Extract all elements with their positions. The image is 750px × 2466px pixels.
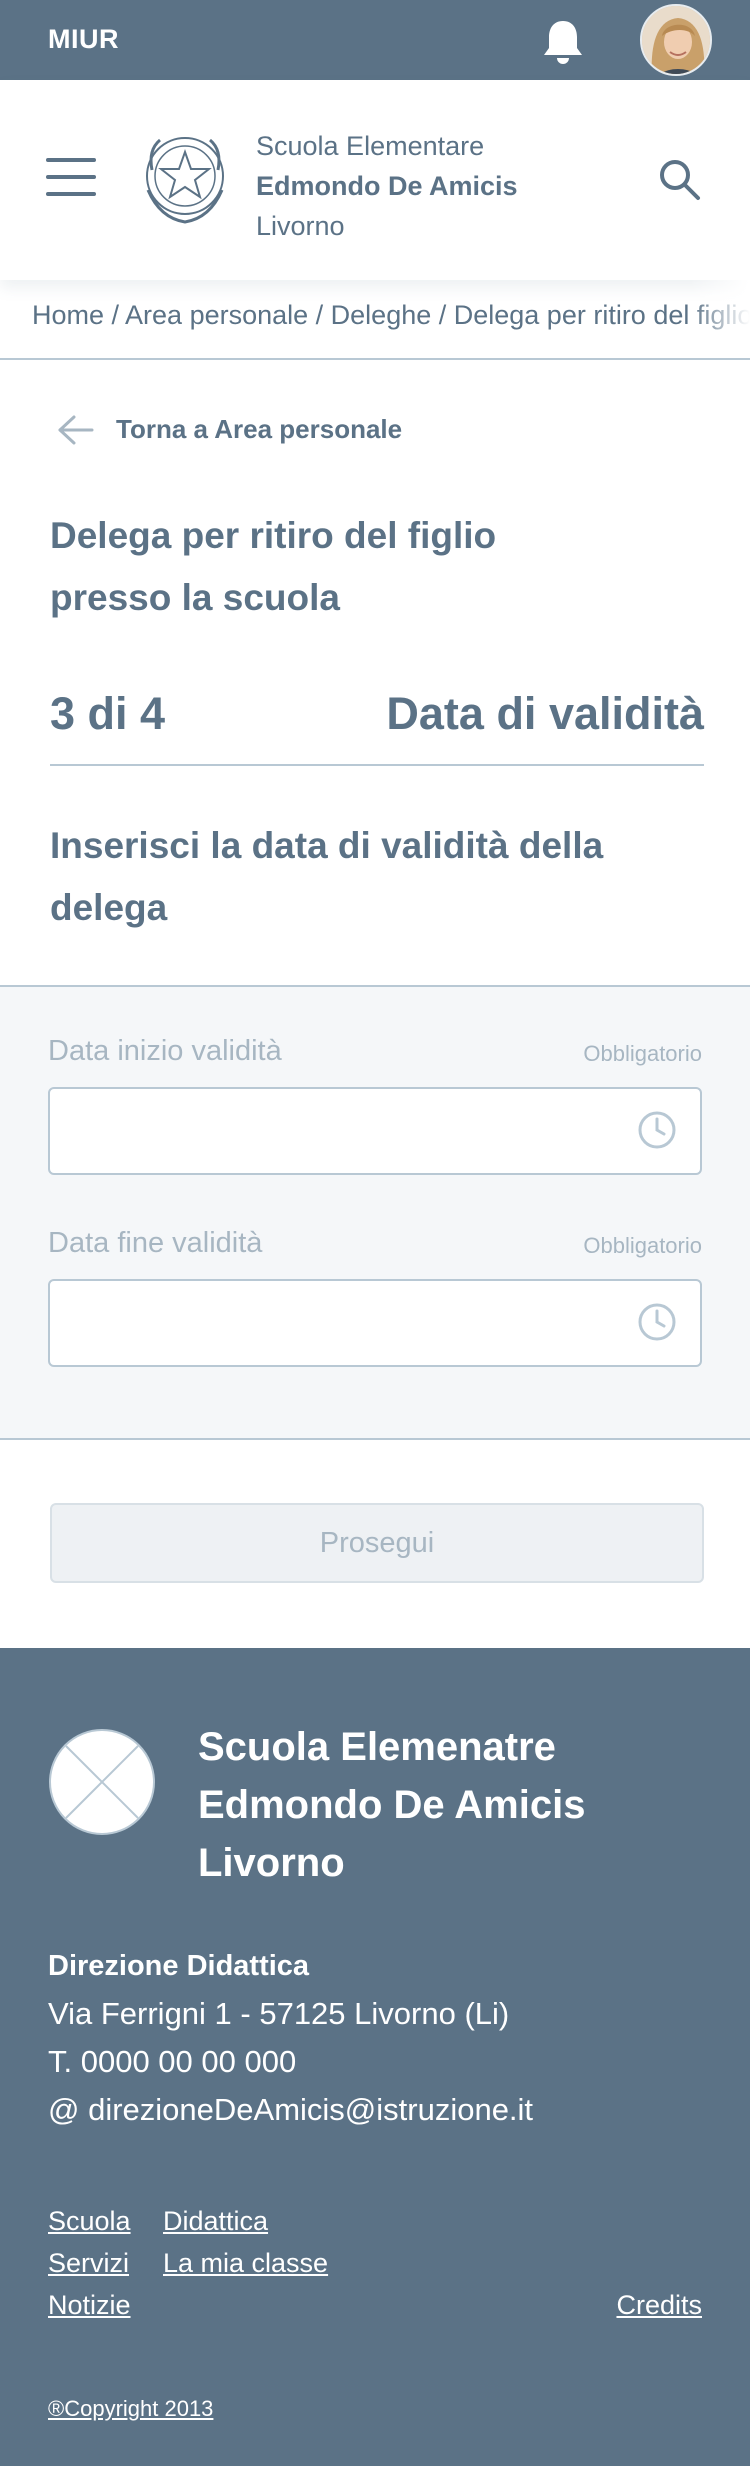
page-title: Delega per ritiro del figlio presso la s…: [50, 515, 497, 618]
italian-republic-emblem: [146, 137, 224, 224]
site-footer: Scuola Elemenatre Edmondo De Amicis Livo…: [0, 1648, 750, 2466]
bell-icon[interactable]: [540, 18, 586, 66]
footer-email[interactable]: @ direzioneDeAmicis@istruzione.it: [48, 2092, 533, 2128]
footer-copyright[interactable]: ®Copyright 2013: [48, 2396, 213, 2422]
start-date-required: Obbligatorio: [583, 1041, 702, 1066]
user-avatar[interactable]: [640, 4, 712, 76]
footer-link-didattica[interactable]: Didattica: [163, 2206, 268, 2237]
search-icon[interactable]: [656, 156, 702, 202]
step-name: Data di validità: [386, 688, 704, 739]
continue-button[interactable]: Prosegui: [50, 1503, 704, 1583]
section-title: Inserisci la data di validità della dele…: [50, 825, 604, 928]
school-type: Scuola Elementare: [256, 131, 485, 161]
placeholder-logo: [49, 1729, 155, 1835]
miur-brand[interactable]: MIUR: [48, 24, 119, 55]
school-name[interactable]: Scuola Elementare Edmondo De Amicis Livo…: [256, 126, 518, 246]
arrow-left-icon: [58, 415, 94, 445]
end-date-input[interactable]: [48, 1279, 702, 1367]
footer-link-notizie[interactable]: Notizie: [48, 2290, 131, 2321]
hamburger-menu-icon[interactable]: [46, 158, 96, 198]
breadcrumb: Home / Area personale / Deleghe / Delega…: [0, 280, 750, 360]
back-link-label: Torna a Area personale: [116, 414, 403, 444]
footer-directorate: Direzione Didattica: [48, 1950, 310, 1982]
school-title: Edmondo De Amicis: [256, 171, 518, 201]
step-count: 3 di 4: [50, 688, 166, 739]
school-city: Livorno: [256, 211, 345, 241]
footer-phone: T. 0000 00 00 000: [48, 2044, 297, 2079]
start-date-input[interactable]: [48, 1087, 702, 1175]
footer-school-title: Edmondo De Amicis: [198, 1783, 586, 1827]
footer-link-scuola[interactable]: Scuola: [48, 2206, 131, 2237]
footer-link-credits[interactable]: Credits: [616, 2290, 702, 2321]
clock-icon[interactable]: [636, 1301, 678, 1343]
stepper: 3 di 4 Data di validità: [50, 680, 704, 766]
start-date-label: Data inizio validità: [48, 1035, 282, 1067]
footer-link-servizi[interactable]: Servizi: [48, 2248, 129, 2279]
footer-school-type: Scuola Elemenatre: [198, 1725, 556, 1769]
end-date-label: Data fine validità: [48, 1227, 263, 1259]
footer-school-name[interactable]: Scuola Elemenatre Edmondo De Amicis Livo…: [198, 1718, 718, 1892]
footer-school-city: Livorno: [198, 1841, 345, 1885]
footer-address: Via Ferrigni 1 - 57125 Livorno (Li): [48, 1996, 510, 2031]
breadcrumb-trail[interactable]: Home / Area personale / Deleghe / Delega…: [32, 300, 750, 331]
site-header: Scuola Elementare Edmondo De Amicis Livo…: [0, 80, 750, 280]
footer-link-la-mia-classe[interactable]: La mia classe: [163, 2248, 328, 2279]
end-date-required: Obbligatorio: [583, 1233, 702, 1258]
breadcrumb-fade: [690, 280, 750, 358]
top-bar: MIUR: [0, 0, 750, 80]
clock-icon[interactable]: [636, 1109, 678, 1151]
